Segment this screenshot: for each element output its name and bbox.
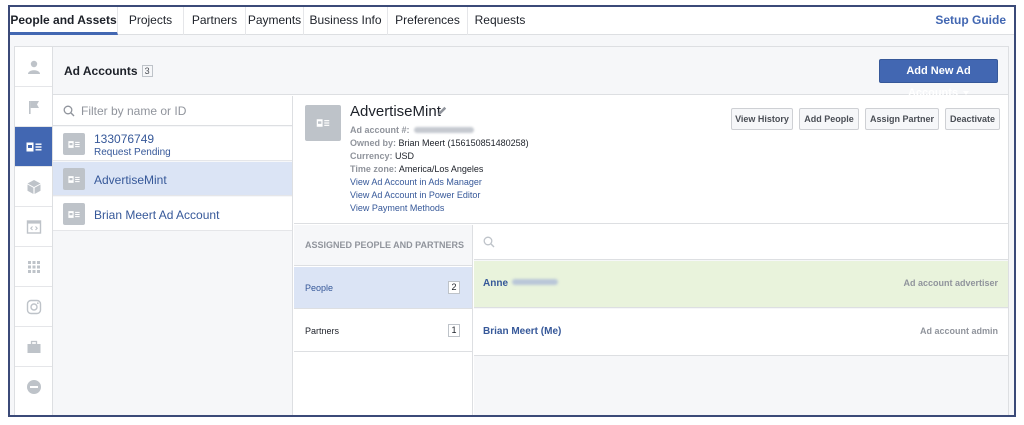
table-row[interactable]: Brian Meert (Me) Ad account admin — [474, 309, 1008, 356]
person-name-text: Anne — [483, 278, 508, 289]
owned-by-label: Owned by: — [350, 138, 397, 148]
tab-projects[interactable]: Projects — [118, 7, 184, 35]
account-search-row — [53, 96, 292, 126]
tab-requests[interactable]: Requests — [468, 7, 532, 35]
ad-account-number-row: Ad account #: — [350, 125, 474, 135]
person-role: Ad account admin — [919, 326, 998, 336]
assigned-heading: ASSIGNED PEOPLE AND PARTNERS — [294, 225, 472, 266]
pencil-icon[interactable] — [436, 105, 448, 117]
rail-business-assets[interactable] — [15, 327, 53, 367]
currency-value: USD — [395, 151, 415, 161]
rail-instagram-accounts[interactable] — [15, 287, 53, 327]
view-payment-methods-link[interactable]: View Payment Methods — [350, 203, 444, 213]
page-title: Ad Accounts 3 — [64, 64, 153, 78]
ad-account-icon — [316, 119, 330, 127]
person-icon — [28, 60, 40, 74]
tab-preferences[interactable]: Preferences — [388, 7, 468, 35]
currency-label: Currency: — [350, 151, 393, 161]
rail-people[interactable] — [15, 47, 53, 87]
view-in-power-editor-link[interactable]: View Ad Account in Power Editor — [350, 190, 480, 200]
assign-partner-button[interactable]: Assign Partner — [865, 108, 939, 130]
rail-apps[interactable] — [15, 247, 53, 287]
account-detail: AdvertiseMint Ad account #: Owned by: Br… — [294, 96, 1008, 415]
flag-icon — [29, 100, 39, 114]
timezone-label: Time zone: — [350, 164, 397, 174]
people-count-badge: 2 — [448, 281, 460, 294]
account-avatar — [305, 105, 341, 141]
assigned-item-partners[interactable]: Partners 1 — [294, 310, 472, 352]
owned-by-row: Owned by: Brian Meert (156150851480258) — [350, 138, 529, 148]
person-surname-redacted — [512, 279, 558, 285]
assigned-people-list: Anne Ad account advertiser Brian Meert (… — [474, 225, 1008, 415]
tab-payments[interactable]: Payments — [246, 7, 304, 35]
search-icon — [483, 236, 495, 248]
rail-ad-accounts[interactable] — [15, 127, 53, 167]
ad-account-icon — [26, 142, 42, 151]
partners-count-badge: 1 — [448, 324, 460, 337]
owned-by-value: Brian Meert (156150851480258) — [398, 138, 529, 148]
ad-account-number-label: Ad account #: — [350, 125, 410, 135]
assigned-item-label: People — [305, 283, 334, 293]
timezone-value: America/Los Angeles — [398, 164, 484, 174]
rail-pixels[interactable] — [15, 207, 53, 247]
instagram-icon — [26, 299, 42, 314]
briefcase-icon — [27, 340, 41, 353]
page-title-text: Ad Accounts — [64, 64, 138, 78]
ad-account-thumbnail — [63, 133, 85, 155]
business-manager-window: People and Assets Projects Partners Paym… — [8, 5, 1016, 417]
ad-accounts-list: 133076749 Request Pending AdvertiseMint … — [53, 96, 293, 415]
account-search-input[interactable] — [81, 102, 281, 120]
add-people-button[interactable]: Add People — [799, 108, 859, 130]
timezone-row: Time zone: America/Los Angeles — [350, 164, 483, 174]
currency-row: Currency: USD — [350, 151, 414, 161]
ad-accounts-panel: Ad Accounts3 Add New Ad Accounts 1330767… — [52, 46, 1009, 415]
list-item-account-advertisemint[interactable]: AdvertiseMint — [53, 162, 292, 196]
ad-account-number-redacted — [413, 127, 474, 133]
ad-account-thumbnail — [63, 168, 85, 190]
rail-pages[interactable] — [15, 87, 53, 127]
account-detail-header: AdvertiseMint Ad account #: Owned by: Br… — [294, 96, 1008, 224]
tab-partners[interactable]: Partners — [184, 7, 246, 35]
ad-accounts-count-badge: 3 — [141, 65, 153, 77]
person-name[interactable]: Brian Meert (Me) — [483, 326, 561, 337]
table-row[interactable]: Anne Ad account advertiser — [474, 261, 1008, 308]
tab-people-and-assets[interactable]: People and Assets — [10, 7, 118, 35]
deactivate-button[interactable]: Deactivate — [945, 108, 1000, 130]
list-item-account-133076749[interactable]: 133076749 Request Pending — [53, 127, 292, 161]
search-icon — [63, 105, 75, 117]
assigned-sidebar: ASSIGNED PEOPLE AND PARTNERS People 2 Pa… — [294, 225, 473, 415]
account-status: Request Pending — [94, 147, 171, 158]
ad-account-icon — [68, 140, 80, 148]
assigned-item-label: Partners — [305, 326, 340, 336]
list-item-account-brian-meert[interactable]: Brian Meert Ad Account — [53, 197, 292, 231]
assigned-item-people[interactable]: People 2 — [294, 267, 472, 309]
ad-account-icon — [68, 210, 80, 218]
rail-product-catalogs[interactable] — [15, 167, 53, 207]
add-new-ad-accounts-button[interactable]: Add New Ad Accounts — [879, 59, 998, 99]
account-name: Brian Meert Ad Account — [94, 208, 220, 222]
view-history-button[interactable]: View History — [731, 108, 793, 130]
add-new-ad-accounts-label: Add New Ad Accounts — [906, 65, 971, 99]
rail-blocked[interactable] — [15, 367, 53, 407]
grid-icon — [28, 260, 40, 273]
account-name: AdvertiseMint — [94, 173, 167, 187]
ad-account-thumbnail — [63, 203, 85, 225]
person-name[interactable]: Anne — [483, 278, 558, 289]
minus-circle-icon — [27, 380, 41, 394]
left-icon-rail — [14, 46, 54, 415]
ad-account-icon — [68, 175, 80, 183]
caret-down-icon — [963, 91, 970, 95]
setup-guide-link[interactable]: Setup Guide — [935, 7, 1006, 33]
panel-header: Ad Accounts 3 Add New Ad Accounts — [53, 47, 1008, 99]
top-tab-bar: People and Assets Projects Partners Paym… — [10, 7, 1014, 35]
cube-icon — [27, 179, 41, 194]
code-window-icon — [26, 219, 42, 234]
tab-business-info[interactable]: Business Info — [304, 7, 388, 35]
people-search-row[interactable] — [474, 225, 1008, 260]
person-role: Ad account advertiser — [903, 278, 998, 288]
view-in-ads-manager-link[interactable]: View Ad Account in Ads Manager — [350, 177, 482, 187]
account-name: 133076749 — [94, 132, 155, 146]
account-title: AdvertiseMint — [350, 103, 441, 120]
